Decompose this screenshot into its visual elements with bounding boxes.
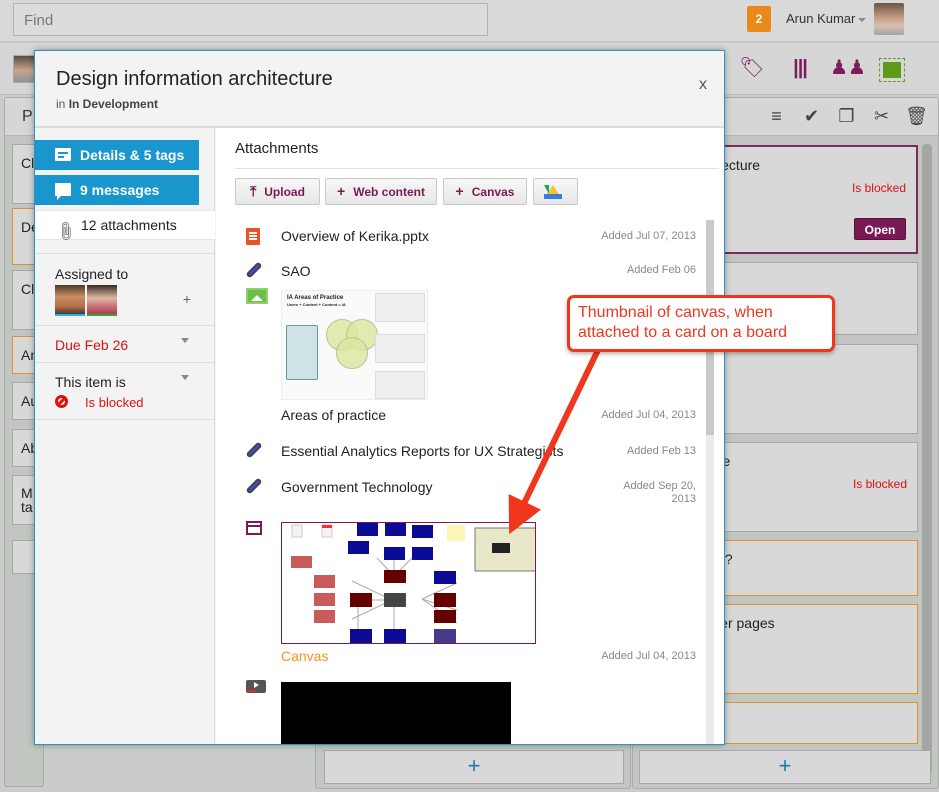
add-canvas-button[interactable]: + Canvas	[443, 178, 527, 205]
add-web-content-button[interactable]: + Web content	[325, 178, 437, 205]
plus-icon: +	[337, 183, 346, 199]
assigned-section: Assigned to +	[35, 253, 215, 325]
image-file-icon	[246, 288, 268, 304]
fullscreen-icon[interactable]	[879, 58, 905, 82]
team-icon[interactable]: ♟♟	[824, 57, 872, 79]
blocked-status: Is blocked	[852, 477, 907, 491]
modal-sidebar: Details & 5 tags 9 messages 📎︎ 12 attachm…	[35, 128, 215, 744]
video-thumbnail[interactable]	[281, 682, 511, 744]
canvas-thumbnail[interactable]	[281, 522, 536, 644]
status-value: Is blocked	[85, 395, 144, 410]
user-avatar[interactable]	[874, 3, 904, 35]
notification-badge[interactable]: 2	[747, 6, 771, 32]
presentation-file-icon	[246, 228, 260, 245]
divider	[235, 168, 719, 169]
status-dropdown[interactable]: This item is Is blocked	[35, 362, 215, 420]
blocked-status: Is blocked	[851, 181, 906, 195]
blocked-icon	[55, 395, 68, 408]
columns-icon[interactable]: |||	[776, 57, 824, 79]
tag-icon[interactable]: 🏷︎	[728, 57, 776, 79]
attachments-panel: Attachments ⤒ Upload + Web content + Canvas…	[216, 128, 724, 744]
upload-icon: ⤒	[250, 183, 257, 199]
assignee-avatar[interactable]	[87, 285, 117, 316]
card-column-label: in In Development	[56, 97, 159, 111]
cut-icon[interactable]: ✂	[864, 106, 899, 127]
attachments-heading: Attachments	[235, 140, 319, 157]
link-icon	[245, 477, 263, 495]
google-drive-button[interactable]	[533, 178, 578, 205]
upload-button[interactable]: ⤒ Upload	[235, 178, 320, 205]
tab-details[interactable]: Details & 5 tags	[35, 140, 199, 170]
sort-icon[interactable]: ≡	[759, 106, 794, 127]
column-name: In Development	[68, 97, 159, 111]
close-button[interactable]: x	[699, 76, 707, 94]
copy-icon[interactable]: ❐	[829, 106, 864, 127]
open-card-button[interactable]: Open	[854, 218, 906, 240]
canvas-icon	[246, 521, 262, 535]
message-icon	[55, 183, 71, 200]
assigned-label: Assigned to	[55, 266, 129, 282]
card-title: Design information architecture	[56, 68, 333, 90]
link-icon	[245, 261, 263, 279]
top-bar: Find 2 Arun Kumar	[0, 0, 939, 42]
add-card-button[interactable]: +	[324, 750, 624, 784]
trash-icon[interactable]: 🗑︎	[899, 106, 934, 127]
find-input[interactable]: Find	[13, 3, 488, 36]
paperclip-icon: 📎︎	[53, 219, 78, 243]
add-card-button[interactable]: +	[639, 750, 931, 784]
check-icon[interactable]: ✔	[794, 106, 829, 127]
video-icon	[246, 680, 266, 693]
google-drive-icon	[544, 185, 562, 199]
column-scrollbar[interactable]	[922, 144, 932, 774]
image-thumbnail[interactable]: IA Areas of Practice Users + Context + C…	[281, 290, 428, 400]
status-label: This item is	[55, 374, 126, 390]
add-assignee-button[interactable]: +	[183, 291, 191, 307]
chevron-down-icon	[181, 338, 189, 343]
chevron-down-icon	[858, 17, 867, 22]
assignee-avatar[interactable]	[55, 285, 85, 316]
due-date: Due Feb 26	[55, 337, 129, 353]
canvas-thumbnail-graph	[291, 523, 535, 643]
tab-messages[interactable]: 9 messages	[35, 175, 199, 205]
due-date-dropdown[interactable]: Due Feb 26	[35, 325, 215, 362]
chevron-down-icon	[181, 375, 189, 380]
link-icon	[245, 441, 263, 459]
annotation-callout: Thumbnail of canvas, when attached to a …	[567, 295, 835, 352]
tab-attachments[interactable]: 📎︎ 12 attachments	[35, 210, 215, 243]
user-menu[interactable]: Arun Kumar	[786, 11, 867, 26]
user-name: Arun Kumar	[786, 11, 856, 26]
details-icon	[55, 148, 71, 161]
card-detail-modal: Design information architecture in In De…	[34, 50, 725, 745]
plus-icon: +	[455, 183, 464, 199]
